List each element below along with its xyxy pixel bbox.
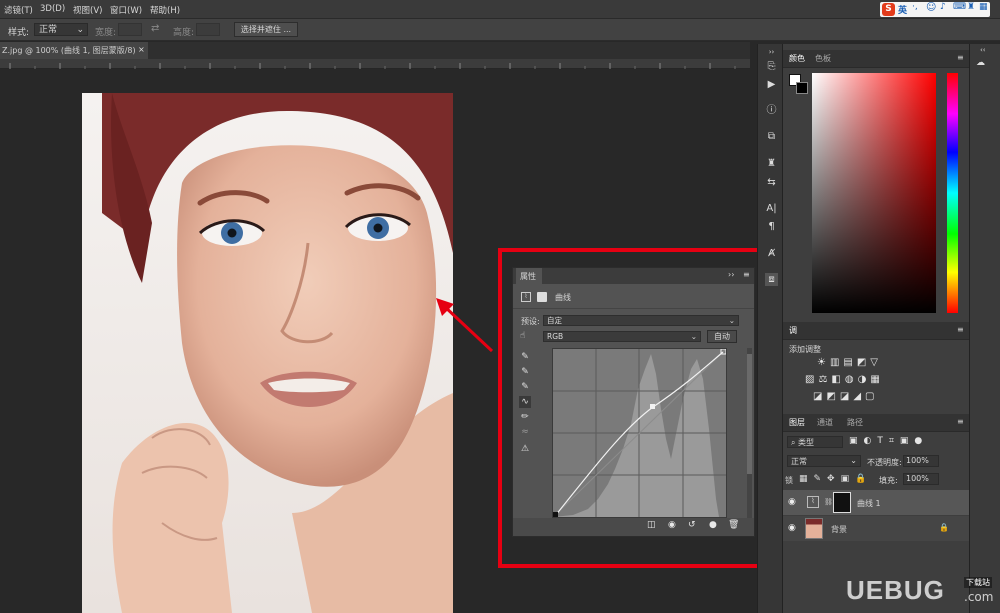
panel-menu-icon[interactable]: ≡ (957, 417, 964, 426)
width-label: 宽度: (95, 28, 117, 38)
lock-icon: 🔒 (939, 523, 949, 532)
ime-keyboard-icon[interactable]: ⌨ (953, 2, 966, 12)
annotation-arrow (436, 298, 494, 353)
hue-slider[interactable] (947, 73, 958, 313)
tab-swatches[interactable]: 色板 (815, 53, 831, 64)
portrait-photo[interactable] (82, 93, 453, 613)
adjustment-icons-row-3[interactable]: ◪◩◪◢▢ (813, 391, 878, 402)
fill-input[interactable]: 100% (903, 473, 939, 485)
menu-help[interactable]: 帮助(H) (150, 4, 180, 16)
layer-filter-value: 类型 (798, 438, 815, 447)
background-color-swatch[interactable] (796, 82, 808, 94)
adjustment-icons-row-1[interactable]: ☀▥▤◩▽ (817, 357, 882, 368)
play-action-icon[interactable]: ▶ (765, 78, 778, 91)
layer-thumbnail (805, 518, 823, 539)
layer-row-background[interactable]: ◉ 背景 🔒 (783, 516, 969, 541)
tab-paths[interactable]: 路径 (847, 417, 863, 428)
character-icon[interactable]: A| (765, 202, 778, 215)
ime-punct-icon[interactable]: ·, (912, 2, 918, 12)
swap-icon[interactable]: ⇄ (151, 23, 159, 34)
ime-logo: S (882, 3, 895, 16)
chevron-down-icon: ⌄ (850, 456, 857, 465)
ime-emoji-icon[interactable]: ☺ (926, 2, 936, 13)
brush-settings-icon[interactable]: ⇆ (765, 176, 778, 189)
close-tab-icon[interactable]: × (136, 45, 147, 54)
opacity-input[interactable]: 100% (903, 455, 939, 467)
document-tab-bar: Z.jpg @ 100% (曲线 1, 图层蒙版/8) * × (0, 42, 750, 59)
layer-name: 背景 (831, 525, 847, 534)
watermark-text: UEBUG (846, 575, 945, 605)
collapsed-panel-strip: ›› ⎘ ▶ ⓘ ⧉ ♜ ⇆ A| ¶ Ⱥ ⧈ (757, 44, 783, 613)
glyphs-icon[interactable]: Ⱥ (765, 247, 778, 260)
libraries-icon[interactable]: ☁ (976, 58, 985, 68)
portrait-illustration (82, 93, 453, 613)
ruler-ticks (9, 63, 736, 69)
tab-adjustments[interactable]: 调 (789, 325, 797, 336)
collapse-arrows-icon[interactable]: ›› (765, 46, 778, 59)
color-panel-header: 颜色 色板 ≡ (783, 50, 969, 68)
select-and-mask-button[interactable]: 选择并遮住 ... (234, 22, 298, 37)
document-tab[interactable]: Z.jpg @ 100% (曲线 1, 图层蒙版/8) * (0, 42, 148, 59)
menu-view[interactable]: 视图(V) (73, 4, 102, 16)
layer-filter-icons[interactable]: ▣◐T⌗▣● (849, 436, 928, 446)
menu-window[interactable]: 窗口(W) (110, 4, 142, 16)
options-bar: 样式: 正常 ⌄ 宽度: ⇄ 高度: 选择并遮住 ... (0, 19, 1000, 41)
style-select-value: 正常 (39, 25, 58, 35)
layers-panel-header: 图层 通道 路径 ≡ (783, 414, 969, 432)
ime-toolbar: S 英 ·, ☺ ♪ ⌨ ♜ ▦ (880, 2, 990, 17)
layer-mask-thumbnail[interactable] (833, 492, 851, 513)
panel-menu-icon[interactable]: ≡ (957, 53, 964, 62)
paragraph-icon[interactable]: ¶ (765, 220, 778, 233)
curves-layer-icon: ⌇ (807, 496, 819, 508)
menu-bar: 滤镜(T) 3D(D) 视图(V) 窗口(W) 帮助(H) S 英 ·, ☺ ♪… (0, 0, 1000, 19)
visibility-eye-icon[interactable]: ◉ (788, 497, 796, 507)
document-tab-title: Z.jpg @ 100% (曲线 1, 图层蒙版/8) * (2, 46, 143, 55)
fill-label: 填充: (879, 476, 898, 485)
layer-filter-select[interactable]: ⌕ 类型 (787, 436, 843, 448)
width-input[interactable] (118, 23, 142, 36)
search-icon: ⌕ (791, 438, 799, 447)
color-picker-field[interactable] (812, 73, 936, 313)
collapse-arrows-icon[interactable]: ‹‹ (980, 46, 986, 54)
adjustments-panel-header: 调 ≡ (783, 322, 969, 340)
layer-row-curves[interactable]: ◉ ⌇ ⛓ 曲线 1 (783, 490, 969, 515)
adjustment-icons-row-2[interactable]: ▨⚖◧◍◑▦ (805, 374, 884, 385)
lock-icons[interactable]: ▦✎✥▣🔒 (799, 474, 872, 484)
style-label: 样式: (8, 28, 30, 38)
far-right-strip: ‹‹ ☁ (969, 44, 1000, 613)
add-adjustment-label: 添加调整 (789, 345, 821, 354)
menu-filter[interactable]: 滤镜(T) (4, 4, 33, 16)
properties-toggle-icon[interactable]: ⧈ (765, 273, 778, 286)
lock-label: 锁 (785, 476, 793, 485)
menu-3d[interactable]: 3D(D) (40, 4, 65, 14)
ime-lang[interactable]: 英 (898, 3, 907, 16)
highlight-box (498, 248, 801, 568)
history-icon[interactable]: ⎘ (765, 60, 778, 73)
brush-preset-icon[interactable]: ♜ (765, 157, 778, 170)
watermark-suffix: .com (964, 590, 994, 604)
info-icon[interactable]: ⓘ (765, 104, 778, 117)
clone-source-icon[interactable]: ⧉ (765, 130, 778, 143)
height-label: 高度: (173, 28, 195, 38)
blend-mode-select[interactable]: 正常 ⌄ (787, 455, 861, 467)
ime-menu-icon[interactable]: ▦ (979, 2, 988, 12)
opacity-label: 不透明度: (867, 458, 902, 467)
watermark: UEBUG 下载站 .com (846, 575, 996, 609)
style-select[interactable]: 正常 ⌄ (34, 23, 88, 36)
blend-mode-value: 正常 (791, 457, 807, 466)
right-panel-dock: 颜色 色板 ≡ 调 ≡ 添加调整 ☀▥▤◩▽ ▨⚖◧◍◑▦ ◪◩◪◢▢ 图层 通… (783, 44, 969, 613)
watermark-tag: 下载站 (964, 577, 992, 588)
visibility-eye-icon[interactable]: ◉ (788, 523, 796, 533)
tab-channels[interactable]: 通道 (817, 417, 833, 428)
height-input[interactable] (196, 23, 220, 36)
ime-skin-icon[interactable]: ♜ (967, 2, 975, 12)
horizontal-ruler (0, 59, 750, 69)
link-icon[interactable]: ⛓ (824, 498, 833, 506)
tab-layers[interactable]: 图层 (789, 417, 805, 428)
ime-voice-icon[interactable]: ♪ (940, 2, 946, 12)
chevron-down-icon: ⌄ (76, 25, 84, 35)
tab-color[interactable]: 颜色 (789, 53, 805, 64)
layer-name: 曲线 1 (857, 499, 881, 508)
panel-menu-icon[interactable]: ≡ (957, 325, 964, 334)
